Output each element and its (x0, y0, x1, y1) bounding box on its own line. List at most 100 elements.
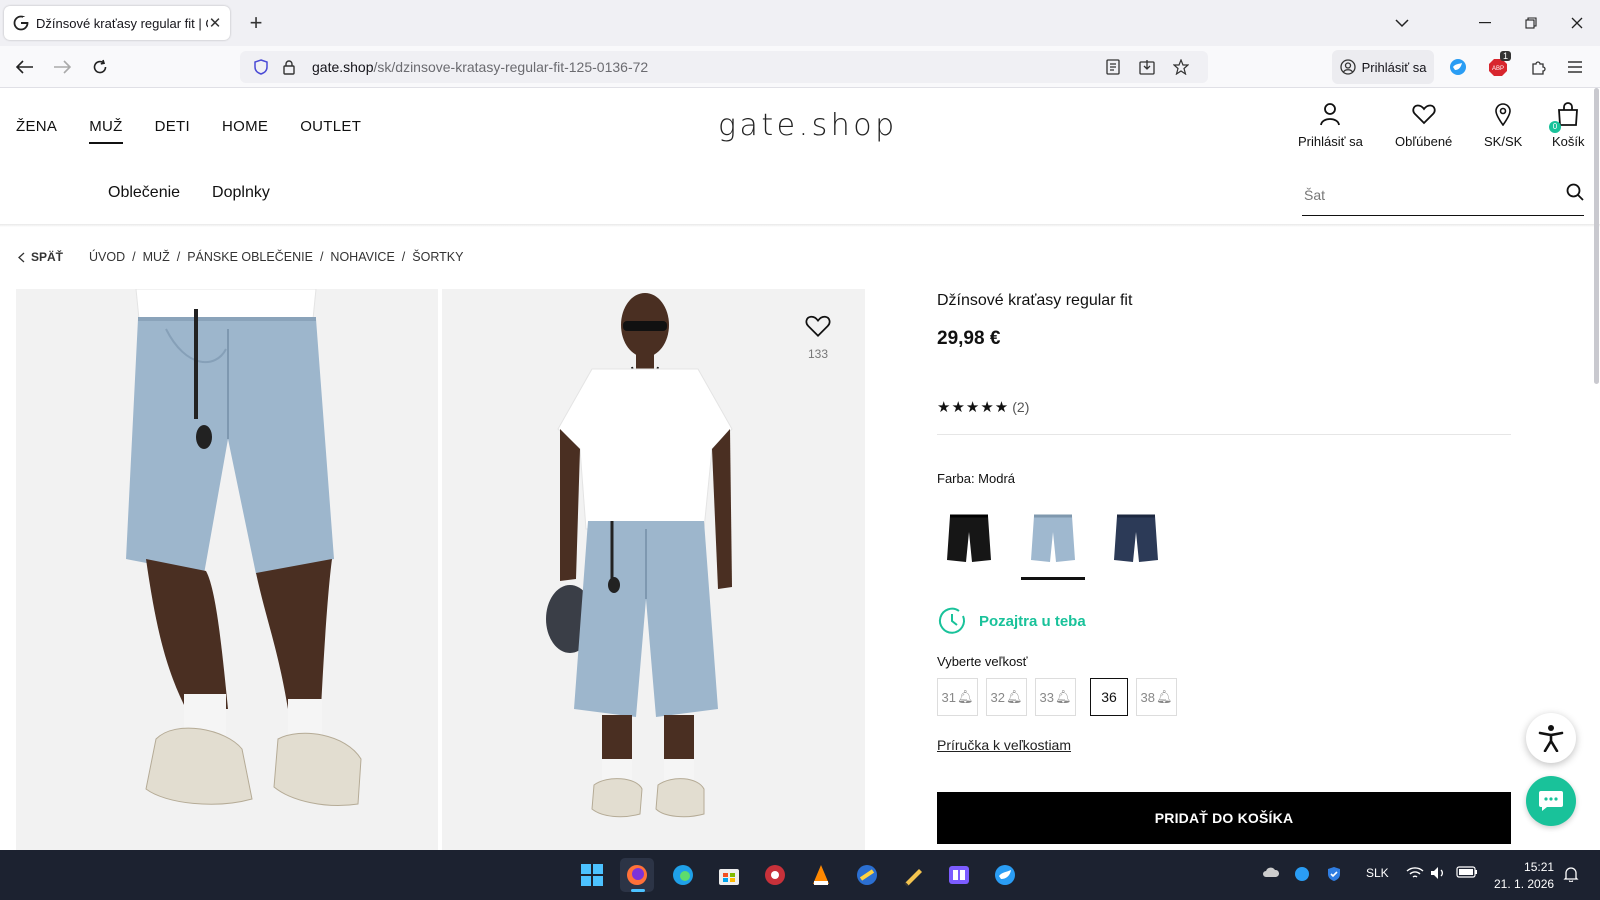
notify-bell-icon: 🔔︎ (1005, 689, 1023, 704)
back-label: SPÄŤ (31, 250, 64, 264)
favorites-header-button[interactable]: Obľúbené (1395, 100, 1452, 149)
product-rating[interactable]: ★★★★★ (2) (937, 398, 1029, 416)
delivery-text: Pozajtra u teba (979, 612, 1086, 630)
save-to-pocket-icon[interactable] (1136, 56, 1158, 78)
app-menu-hamburger-icon[interactable] (1561, 53, 1589, 81)
store-taskbar-icon[interactable] (712, 858, 746, 892)
breadcrumb-muz[interactable]: MUŽ (143, 250, 170, 264)
clock-time: 15:21 (1524, 860, 1555, 874)
breadcrumb-panske-oblecenie[interactable]: PÁNSKE OBLEČENIE (187, 250, 313, 264)
keyboard-language[interactable]: SLK (1366, 866, 1389, 880)
adblock-extension-icon[interactable]: ABP 1 (1484, 51, 1512, 81)
windows-start-icon[interactable] (575, 858, 609, 892)
battery-icon[interactable] (1456, 866, 1478, 881)
volume-icon[interactable] (1430, 866, 1446, 883)
search-field[interactable]: Šat (1302, 174, 1584, 216)
product-image-detail[interactable] (16, 289, 438, 850)
notification-bell-icon[interactable] (1563, 866, 1579, 885)
wishlist-heart-icon (805, 315, 831, 337)
notify-bell-icon: 🔔︎ (956, 689, 974, 704)
close-tab-icon[interactable]: ✕ (208, 14, 222, 32)
browser-tab[interactable]: Džínsové kraťasy regular fit | GA ✕ (4, 6, 230, 40)
address-bar[interactable]: gate.shop/sk/dzinsove-kratasy-regular-fi… (240, 51, 1208, 83)
reload-icon[interactable] (86, 53, 114, 81)
accessibility-button[interactable] (1526, 713, 1576, 763)
extension-bird-icon[interactable] (1444, 53, 1472, 81)
onedrive-cloud-icon[interactable] (1262, 866, 1280, 881)
taskbar-clock[interactable]: 15:21 21. 1. 2026 (1494, 859, 1554, 893)
chat-button[interactable] (1526, 776, 1576, 826)
vlc-taskbar-icon[interactable] (804, 858, 838, 892)
reader-view-icon[interactable] (1102, 56, 1124, 78)
sub-category-nav: Oblečenie Doplnky (108, 184, 270, 202)
main-category-nav: ŽENA MUŽ DETI HOME OUTLET (16, 118, 361, 144)
product-title: Džínsové kraťasy regular fit (937, 292, 1133, 309)
size-guide-link[interactable]: Príručka k veľkostiam (937, 737, 1071, 753)
breadcrumb-nohavice[interactable]: NOHAVICE (330, 250, 394, 264)
extensions-puzzle-icon[interactable] (1524, 53, 1552, 81)
firefox-taskbar-icon[interactable] (620, 858, 654, 892)
wishlist-button[interactable]: 133 (804, 314, 832, 361)
app-red-taskbar-icon[interactable] (758, 858, 792, 892)
browser-account-button[interactable]: Prihlásiť sa (1332, 50, 1434, 84)
size-label: Vyberte veľkosť (937, 654, 1028, 669)
add-to-cart-button[interactable]: PRIDAŤ DO KOŠÍKA (937, 792, 1511, 844)
lock-icon[interactable] (278, 56, 300, 78)
minimize-window-button[interactable] (1462, 0, 1508, 46)
close-window-button[interactable] (1554, 0, 1600, 46)
nav-deti[interactable]: DETI (155, 118, 190, 135)
rating-count: (2) (1012, 399, 1030, 415)
tray-bird-icon[interactable] (1294, 866, 1310, 885)
app-purple-taskbar-icon[interactable] (942, 858, 976, 892)
wishlist-count: 133 (807, 347, 829, 361)
product-image-model[interactable] (442, 289, 865, 850)
subnav-doplnky[interactable]: Doplnky (212, 184, 270, 202)
browser-account-label: Prihlásiť sa (1361, 59, 1427, 75)
new-tab-button[interactable]: + (244, 10, 268, 36)
nav-zena[interactable]: ŽENA (16, 118, 57, 135)
extension-badge: 1 (1500, 51, 1512, 61)
site-logo[interactable]: gate.shop (718, 108, 898, 143)
browser-toolbar: gate.shop/sk/dzinsove-kratasy-regular-fi… (0, 46, 1600, 88)
page-scrollbar[interactable] (1594, 88, 1599, 384)
tab-list-chevron-icon[interactable] (1384, 0, 1420, 46)
search-icon[interactable] (1566, 183, 1584, 206)
bookmark-star-icon[interactable] (1170, 56, 1192, 78)
nav-home[interactable]: HOME (222, 118, 268, 135)
forward-arrow-icon[interactable] (48, 53, 76, 81)
breadcrumb-sortky[interactable]: ŠORTKY (412, 250, 463, 264)
size-option-36[interactable]: 36 (1090, 678, 1128, 716)
wifi-icon[interactable] (1406, 866, 1424, 883)
cart-label: Košík (1552, 134, 1585, 149)
nav-outlet[interactable]: OUTLET (300, 118, 361, 135)
url-text[interactable]: gate.shop/sk/dzinsove-kratasy-regular-fi… (312, 59, 1102, 75)
clock-icon (938, 607, 965, 634)
nav-muz[interactable]: MUŽ (89, 118, 124, 144)
search-input[interactable]: Šat (1302, 187, 1566, 203)
size-option-32[interactable]: 32 🔔︎ (986, 678, 1027, 716)
color-label: Farba: Modrá (937, 471, 1016, 486)
subnav-oblecenie[interactable]: Oblečenie (108, 184, 180, 202)
security-shield-icon[interactable] (1326, 866, 1342, 885)
restore-window-button[interactable] (1508, 0, 1554, 46)
app-bird-taskbar-icon[interactable] (988, 858, 1022, 892)
login-header-button[interactable]: Prihlásiť sa (1298, 100, 1363, 149)
color-swatch-navy[interactable] (1104, 500, 1168, 580)
color-swatch-black[interactable] (937, 500, 1001, 580)
app-blue-yellow-taskbar-icon[interactable] (850, 858, 884, 892)
user-icon (1298, 100, 1363, 128)
size-option-31[interactable]: 31 🔔︎ (937, 678, 978, 716)
app-pen-taskbar-icon[interactable] (896, 858, 930, 892)
color-swatch-blue[interactable] (1021, 500, 1085, 580)
breadcrumb-uvod[interactable]: ÚVOD (89, 250, 125, 264)
account-circle-icon (1339, 59, 1356, 75)
size-option-38[interactable]: 38 🔔︎ (1136, 678, 1177, 716)
size-option-33[interactable]: 33 🔔︎ (1035, 678, 1076, 716)
back-link[interactable]: SPÄŤ (18, 250, 63, 264)
header-divider (0, 224, 1600, 227)
tracking-shield-icon[interactable] (250, 56, 272, 78)
edge-taskbar-icon[interactable] (666, 858, 700, 892)
locale-header-button[interactable]: SK/SK (1484, 100, 1522, 149)
back-arrow-icon[interactable] (11, 53, 39, 81)
rating-stars-icon: ★★★★★ (937, 399, 1010, 416)
